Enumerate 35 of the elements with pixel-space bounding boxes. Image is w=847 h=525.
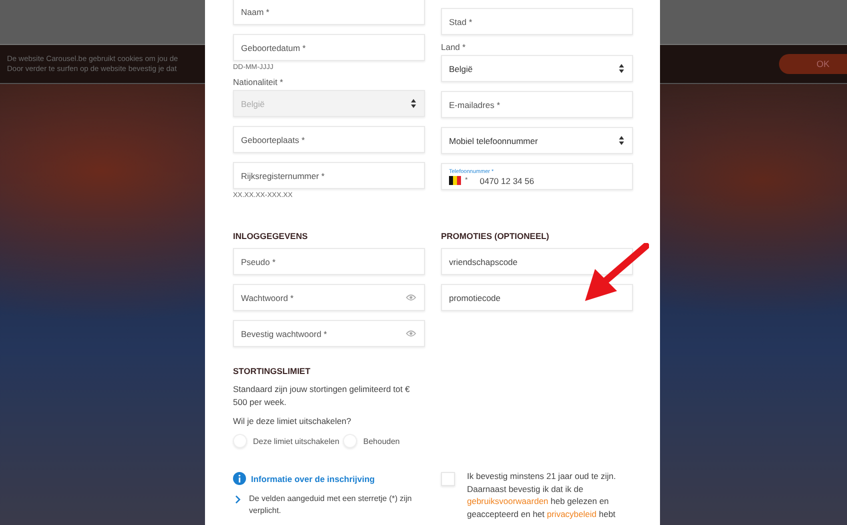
eye-icon[interactable] (406, 330, 416, 337)
input-field[interactable]: Rijksregisternummer * (233, 162, 425, 189)
select-field[interactable]: Mobiel telefoonnummer (441, 127, 633, 154)
input-field[interactable]: promotiecode (441, 284, 633, 311)
limit-question: Wil je deze limiet uitschakelen? (233, 415, 352, 428)
info-heading[interactable]: Informatie over de inschrijving (251, 474, 375, 484)
consent-text: Ik bevestig minstens 21 jaar oud te zijn. Daarnaast bevestig ik dat ik de gebruiksvoorwaarden heb gelezen en geaccepteerd en het privacybeleid hebt (467, 470, 617, 520)
belgium-flag-icon (449, 176, 461, 185)
input-field[interactable]: Geboorteplaats * (233, 126, 425, 153)
select-field[interactable]: België (441, 55, 633, 82)
input-field[interactable]: E-mailadres * (441, 91, 633, 118)
input-field[interactable]: Stad * (441, 8, 633, 35)
info-icon (233, 472, 246, 485)
radio-label[interactable]: Behouden (363, 436, 400, 446)
input-field[interactable]: vriendschapscode (441, 248, 633, 275)
section-heading: INLOGGEGEVENS (233, 231, 309, 241)
info-text: De velden aangeduid met een sterretje (*) zijn verplicht. (249, 493, 413, 517)
input-field[interactable]: Naam * (233, 0, 425, 25)
sort-icon (619, 136, 624, 145)
input-field[interactable]: Wachtwoord * (233, 284, 425, 311)
section-heading: PROMOTIES (OPTIONEEL) (441, 231, 550, 241)
pointer-arrow (583, 243, 649, 303)
chevron-icon (235, 495, 241, 504)
sort-icon (619, 64, 624, 73)
sort-icon (411, 99, 416, 108)
input-field[interactable]: Geboortedatum * (233, 34, 425, 61)
field-label: Land * (441, 42, 467, 52)
input-field[interactable]: Pseudo * (233, 248, 425, 275)
checkbox[interactable] (441, 472, 455, 486)
limit-description: Standaard zijn jouw stortingen gelimiteerd tot € 500 per week. (233, 383, 411, 409)
field-label: Nationaliteit * (233, 77, 284, 87)
eye-icon[interactable] (406, 294, 416, 301)
section-heading: STORTINGSLIMIET (233, 366, 312, 376)
input-field[interactable]: Bevestig wachtwoord * (233, 320, 425, 347)
radio-label[interactable]: Deze limiet uitschakelen (253, 436, 340, 446)
